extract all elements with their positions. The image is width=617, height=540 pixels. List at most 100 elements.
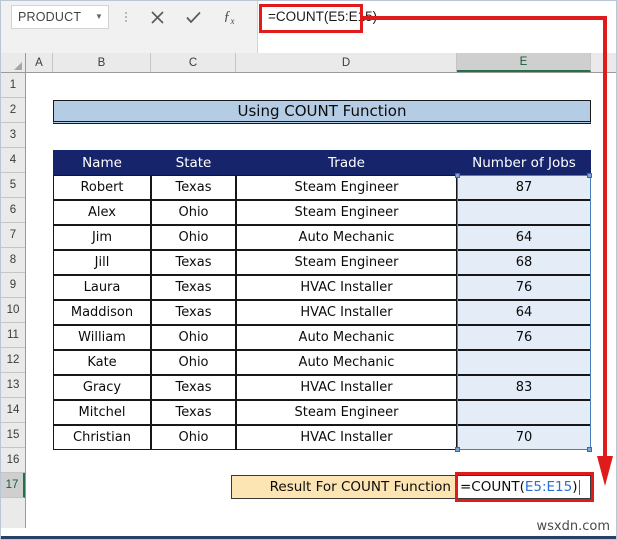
- result-formula-cell[interactable]: =COUNT(E5:E15): [457, 475, 591, 499]
- fx-glyph: ƒx: [223, 8, 235, 26]
- table-row[interactable]: Texas: [151, 175, 236, 200]
- row-header-7[interactable]: 7: [1, 223, 25, 248]
- table-row[interactable]: Steam Engineer: [236, 175, 457, 200]
- table-row[interactable]: 68: [457, 250, 591, 275]
- table-row[interactable]: Christian: [53, 425, 151, 450]
- column-header-a[interactable]: A: [26, 53, 53, 72]
- table-row[interactable]: Maddison: [53, 300, 151, 325]
- table-header-state[interactable]: State: [151, 150, 236, 175]
- row-header-8[interactable]: 8: [1, 248, 25, 273]
- select-all-triangle-icon: [14, 62, 22, 70]
- formula-input-value: =COUNT(E5:E15): [268, 9, 378, 24]
- table-row[interactable]: Steam Engineer: [236, 200, 457, 225]
- vertical-dots-separator: [123, 8, 129, 26]
- row-header-13[interactable]: 13: [1, 373, 25, 398]
- row-header-14[interactable]: 14: [1, 398, 25, 423]
- table-row[interactable]: Ohio: [151, 350, 236, 375]
- table-header-number-of-jobs[interactable]: Number of Jobs: [457, 150, 591, 175]
- result-label-cell[interactable]: Result For COUNT Function: [231, 475, 457, 499]
- chevron-down-icon[interactable]: ▼: [90, 13, 108, 21]
- table-row[interactable]: Ohio: [151, 325, 236, 350]
- table-row[interactable]: Jill: [53, 250, 151, 275]
- column-header-d[interactable]: D: [236, 53, 457, 72]
- row-header-4[interactable]: 4: [1, 148, 25, 173]
- selection-handle-top-left[interactable]: [455, 173, 460, 178]
- table-row[interactable]: 70: [457, 425, 591, 450]
- table-row[interactable]: Laura: [53, 275, 151, 300]
- table-row[interactable]: [457, 200, 591, 225]
- formula-prefix: =COUNT(: [460, 479, 525, 495]
- table-row[interactable]: Ohio: [151, 200, 236, 225]
- excel-window: PRODUCT ▼ ƒx =COUNT(E5:E15) A B C D E 1 …: [0, 0, 617, 540]
- table-row[interactable]: 87: [457, 175, 591, 200]
- watermark: wsxdn.com: [536, 519, 611, 534]
- table-row[interactable]: Steam Engineer: [236, 400, 457, 425]
- insert-function-icon[interactable]: ƒx: [211, 4, 247, 30]
- row-header-16[interactable]: 16: [1, 448, 25, 473]
- table-row[interactable]: Auto Mechanic: [236, 350, 457, 375]
- title-cell[interactable]: Using COUNT Function: [53, 100, 591, 124]
- table-row[interactable]: 64: [457, 300, 591, 325]
- row-header-17[interactable]: 17: [1, 473, 25, 498]
- table-header-trade[interactable]: Trade: [236, 150, 457, 175]
- row-header-1[interactable]: 1: [1, 73, 25, 98]
- column-header-b[interactable]: B: [53, 53, 151, 72]
- table-row[interactable]: Auto Mechanic: [236, 225, 457, 250]
- table-row[interactable]: HVAC Installer: [236, 300, 457, 325]
- bottom-rule: [1, 536, 616, 539]
- worksheet-grid: A B C D E 1 2 3 4 5 6 7 8 9 10 11 12 13 …: [1, 53, 616, 528]
- table-row[interactable]: Texas: [151, 400, 236, 425]
- table-row[interactable]: Ohio: [151, 425, 236, 450]
- row-header-6[interactable]: 6: [1, 198, 25, 223]
- table-row[interactable]: Mitchel: [53, 400, 151, 425]
- table-row[interactable]: Ohio: [151, 225, 236, 250]
- table-row[interactable]: Texas: [151, 275, 236, 300]
- name-box[interactable]: PRODUCT ▼: [11, 5, 109, 29]
- table-row[interactable]: Jim: [53, 225, 151, 250]
- column-header-e[interactable]: E: [457, 53, 591, 72]
- table-row[interactable]: 64: [457, 225, 591, 250]
- row-header-2[interactable]: 2: [1, 98, 25, 123]
- enter-icon[interactable]: [175, 4, 211, 30]
- table-row[interactable]: Texas: [151, 300, 236, 325]
- selection-handle-bottom-right[interactable]: [587, 447, 592, 452]
- table-row[interactable]: 83: [457, 375, 591, 400]
- selection-handle-bottom-left[interactable]: [455, 447, 460, 452]
- name-box-value: PRODUCT: [18, 10, 82, 24]
- table-row[interactable]: Gracy: [53, 375, 151, 400]
- formula-bar: PRODUCT ▼ ƒx =COUNT(E5:E15): [1, 1, 616, 53]
- row-header-12[interactable]: 12: [1, 348, 25, 373]
- table-header-name[interactable]: Name: [53, 150, 151, 175]
- row-header-11[interactable]: 11: [1, 323, 25, 348]
- table-row[interactable]: Texas: [151, 250, 236, 275]
- table-row[interactable]: HVAC Installer: [236, 425, 457, 450]
- row-header-5[interactable]: 5: [1, 173, 25, 198]
- table-row[interactable]: Kate: [53, 350, 151, 375]
- table-row[interactable]: Alex: [53, 200, 151, 225]
- table-row[interactable]: Steam Engineer: [236, 250, 457, 275]
- table-row[interactable]: Robert: [53, 175, 151, 200]
- text-cursor: [578, 479, 580, 495]
- table-row[interactable]: [457, 350, 591, 375]
- cancel-icon[interactable]: [139, 4, 175, 30]
- table-row[interactable]: [457, 400, 591, 425]
- table-row[interactable]: Texas: [151, 375, 236, 400]
- sheet-cells: Using COUNT Function Name State Trade Nu…: [26, 73, 616, 528]
- formula-input[interactable]: =COUNT(E5:E15): [257, 1, 616, 53]
- table-row[interactable]: 76: [457, 325, 591, 350]
- table-row[interactable]: Auto Mechanic: [236, 325, 457, 350]
- table-row[interactable]: William: [53, 325, 151, 350]
- table-row[interactable]: HVAC Installer: [236, 275, 457, 300]
- column-header-row: A B C D E: [1, 53, 616, 73]
- row-header-15[interactable]: 15: [1, 423, 25, 448]
- row-header-3[interactable]: 3: [1, 123, 25, 148]
- column-header-c[interactable]: C: [151, 53, 236, 72]
- formula-suffix: ): [572, 479, 578, 495]
- select-all-corner[interactable]: [1, 53, 26, 72]
- table-row[interactable]: 76: [457, 275, 591, 300]
- table-row[interactable]: HVAC Installer: [236, 375, 457, 400]
- row-header-9[interactable]: 9: [1, 273, 25, 298]
- selection-handle-top-right[interactable]: [587, 173, 592, 178]
- formula-range-ref: E5:E15: [524, 479, 573, 495]
- row-header-10[interactable]: 10: [1, 298, 25, 323]
